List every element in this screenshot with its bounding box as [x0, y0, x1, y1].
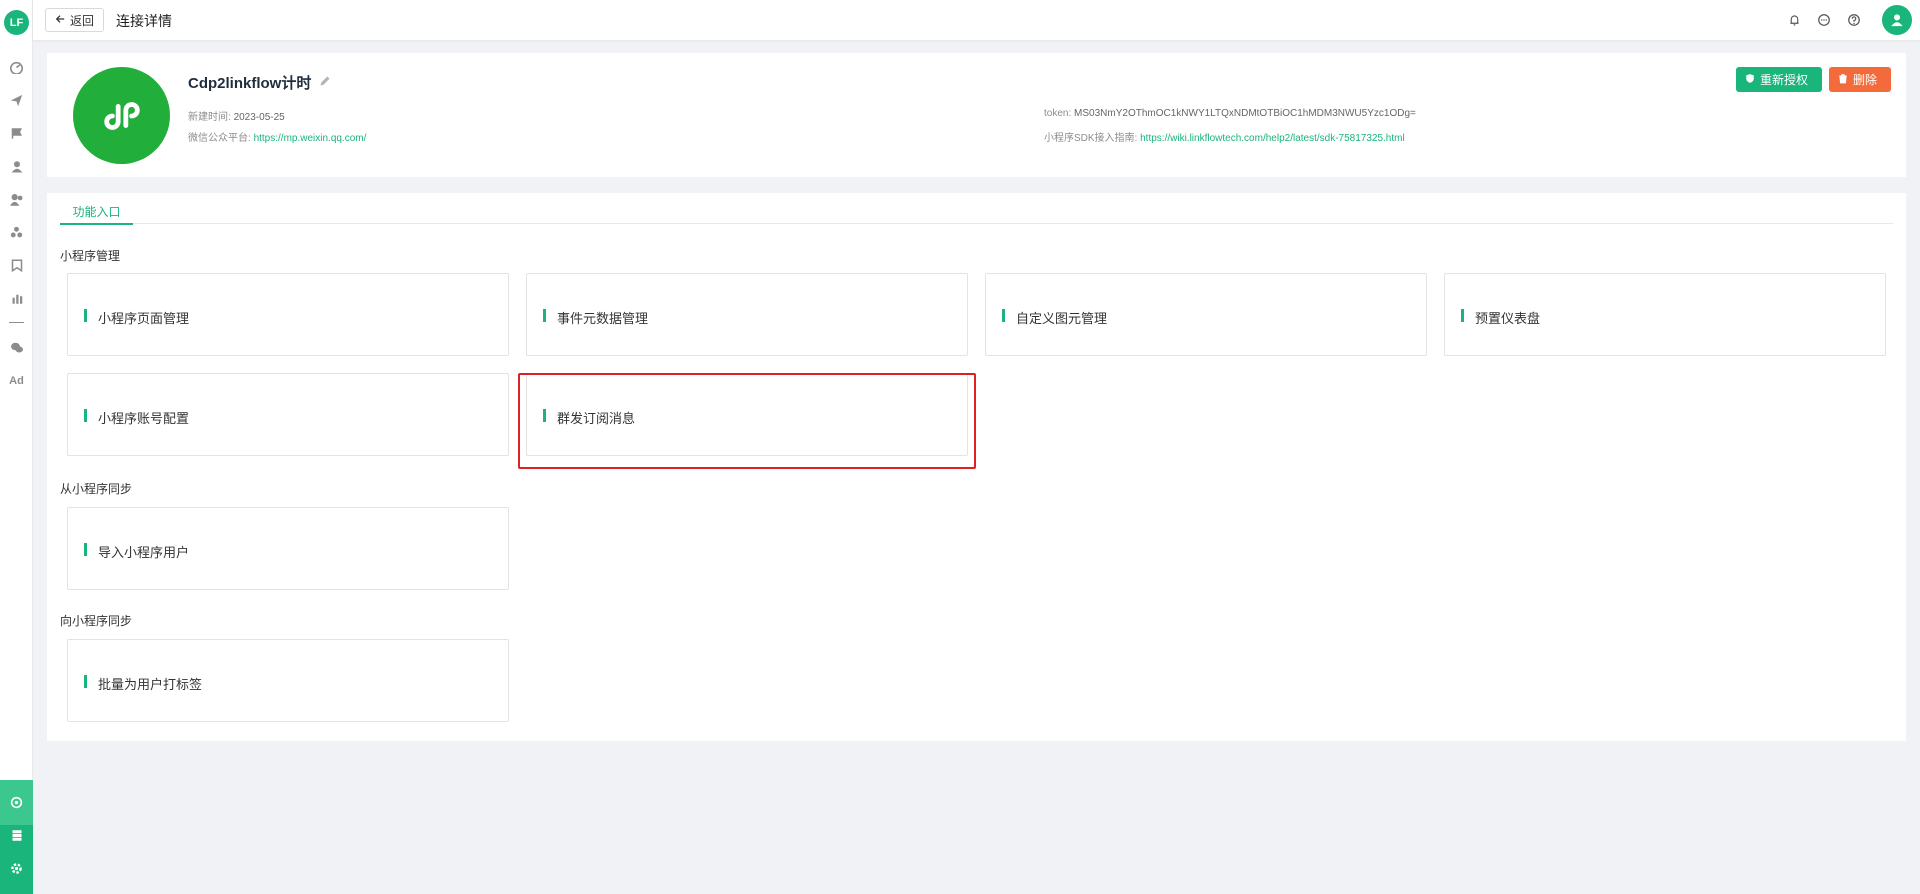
bell-icon[interactable] [1786, 12, 1802, 28]
sidebar-bottom [0, 780, 33, 894]
reauthorize-label: 重新授权 [1760, 73, 1809, 87]
message-icon[interactable] [1816, 12, 1832, 28]
entry-label: 小程序页面管理 [98, 311, 190, 326]
token-label: token: [1044, 108, 1072, 119]
wechat-icon[interactable] [8, 339, 25, 356]
entry-accent-bar [1002, 309, 1005, 322]
ad-label: Ad [9, 374, 24, 387]
entry-accent-bar [84, 675, 87, 688]
entry-label: 导入小程序用户 [98, 545, 190, 560]
settings-icon[interactable] [8, 860, 25, 877]
reauthorize-button[interactable]: 重新授权 [1736, 67, 1822, 92]
entry-label: 事件元数据管理 [557, 311, 649, 326]
logo-text: LF [9, 16, 24, 29]
tab-label: 功能入口 [72, 205, 121, 219]
database-icon[interactable] [8, 827, 25, 844]
trash-icon [1838, 73, 1848, 87]
top-bar: 返回 连接详情 [33, 0, 1920, 40]
arrow-left-icon [55, 13, 65, 27]
tab-bar: 功能入口 [60, 203, 1893, 225]
users-icon[interactable] [8, 191, 25, 208]
entry-subscription-message[interactable]: 群发订阅消息 [526, 373, 968, 456]
platform-label: 微信公众平台: [188, 133, 251, 144]
shield-icon [1745, 73, 1755, 87]
entry-import-users[interactable]: 导入小程序用户 [67, 507, 509, 590]
connector-icon[interactable] [8, 794, 25, 811]
delete-button[interactable]: 删除 [1829, 67, 1891, 92]
left-sidebar: LF Ad [0, 0, 33, 894]
created-time: 新建时间: 2023-05-25 [188, 108, 285, 123]
entry-accent-bar [543, 409, 546, 422]
ad-icon[interactable]: Ad [8, 372, 25, 389]
page-title: 连接详情 [116, 13, 172, 29]
tab-feature-entry[interactable]: 功能入口 [60, 203, 133, 225]
entry-accent-bar [84, 409, 87, 422]
entry-page-management[interactable]: 小程序页面管理 [67, 273, 509, 356]
miniprogram-icon [103, 101, 140, 130]
entry-label: 群发订阅消息 [557, 411, 636, 426]
bookmark-icon[interactable] [8, 257, 25, 274]
user-avatar[interactable] [1882, 5, 1912, 35]
miniprogram-logo [73, 67, 170, 164]
back-button[interactable]: 返回 [45, 8, 105, 32]
entry-accent-bar [84, 543, 87, 556]
entry-label: 预置仪表盘 [1475, 311, 1541, 326]
entry-preset-dashboard[interactable]: 预置仪表盘 [1444, 273, 1886, 356]
platform-link[interactable]: https://mp.weixin.qq.com/ [254, 133, 367, 144]
send-icon[interactable] [8, 92, 25, 109]
section-title-sync-from: 从小程序同步 [60, 482, 133, 496]
app-logo[interactable]: LF [4, 10, 29, 35]
connection-name: Cdp2linkflow计时 [188, 72, 331, 93]
connection-header-card: Cdp2linkflow计时 新建时间: 2023-05-25 微信公众平台: … [47, 53, 1906, 177]
entry-batch-tagging[interactable]: 批量为用户打标签 [67, 639, 509, 722]
token-value: MS03NmY2OThmOC1kNWY1LTQxNDMtOTBiOC1hMDM3… [1074, 108, 1416, 119]
entry-label: 小程序账号配置 [98, 411, 190, 426]
delete-label: 删除 [1853, 73, 1878, 87]
dashboard-icon[interactable] [8, 59, 25, 76]
bar-chart-icon[interactable] [8, 290, 25, 307]
user-icon[interactable] [8, 158, 25, 175]
entry-accent-bar [543, 309, 546, 322]
connection-name-text: Cdp2linkflow计时 [188, 75, 312, 92]
sidebar-divider [9, 322, 24, 323]
created-label: 新建时间: [188, 112, 231, 123]
feature-entry-card: 功能入口 小程序管理 小程序页面管理 事件元数据管理 自定义图元管理 预置仪表盘… [47, 193, 1906, 741]
help-icon[interactable] [1846, 12, 1862, 28]
sdk-link[interactable]: https://wiki.linkflowtech.com/help2/late… [1140, 133, 1405, 144]
section-title-miniprogram-management: 小程序管理 [60, 249, 121, 263]
sdk-label: 小程序SDK接入指南: [1044, 133, 1138, 144]
entry-event-metadata[interactable]: 事件元数据管理 [526, 273, 968, 356]
flag-icon[interactable] [8, 125, 25, 142]
entry-accent-bar [1461, 309, 1464, 322]
entry-accent-bar [84, 309, 87, 322]
entry-label: 批量为用户打标签 [98, 677, 203, 692]
token-info: token: MS03NmY2OThmOC1kNWY1LTQxNDMtOTBiO… [1044, 108, 1416, 119]
created-value: 2023-05-25 [233, 112, 285, 123]
sdk-guide-info: 小程序SDK接入指南: https://wiki.linkflowtech.co… [1044, 129, 1405, 144]
entry-account-config[interactable]: 小程序账号配置 [67, 373, 509, 456]
platform-info: 微信公众平台: https://mp.weixin.qq.com/ [188, 129, 366, 144]
cluster-icon[interactable] [8, 224, 25, 241]
edit-icon[interactable] [319, 75, 331, 90]
entry-label: 自定义图元管理 [1016, 311, 1108, 326]
entry-custom-metadata[interactable]: 自定义图元管理 [985, 273, 1427, 356]
back-label: 返回 [70, 13, 95, 28]
section-title-sync-to: 向小程序同步 [60, 614, 133, 628]
